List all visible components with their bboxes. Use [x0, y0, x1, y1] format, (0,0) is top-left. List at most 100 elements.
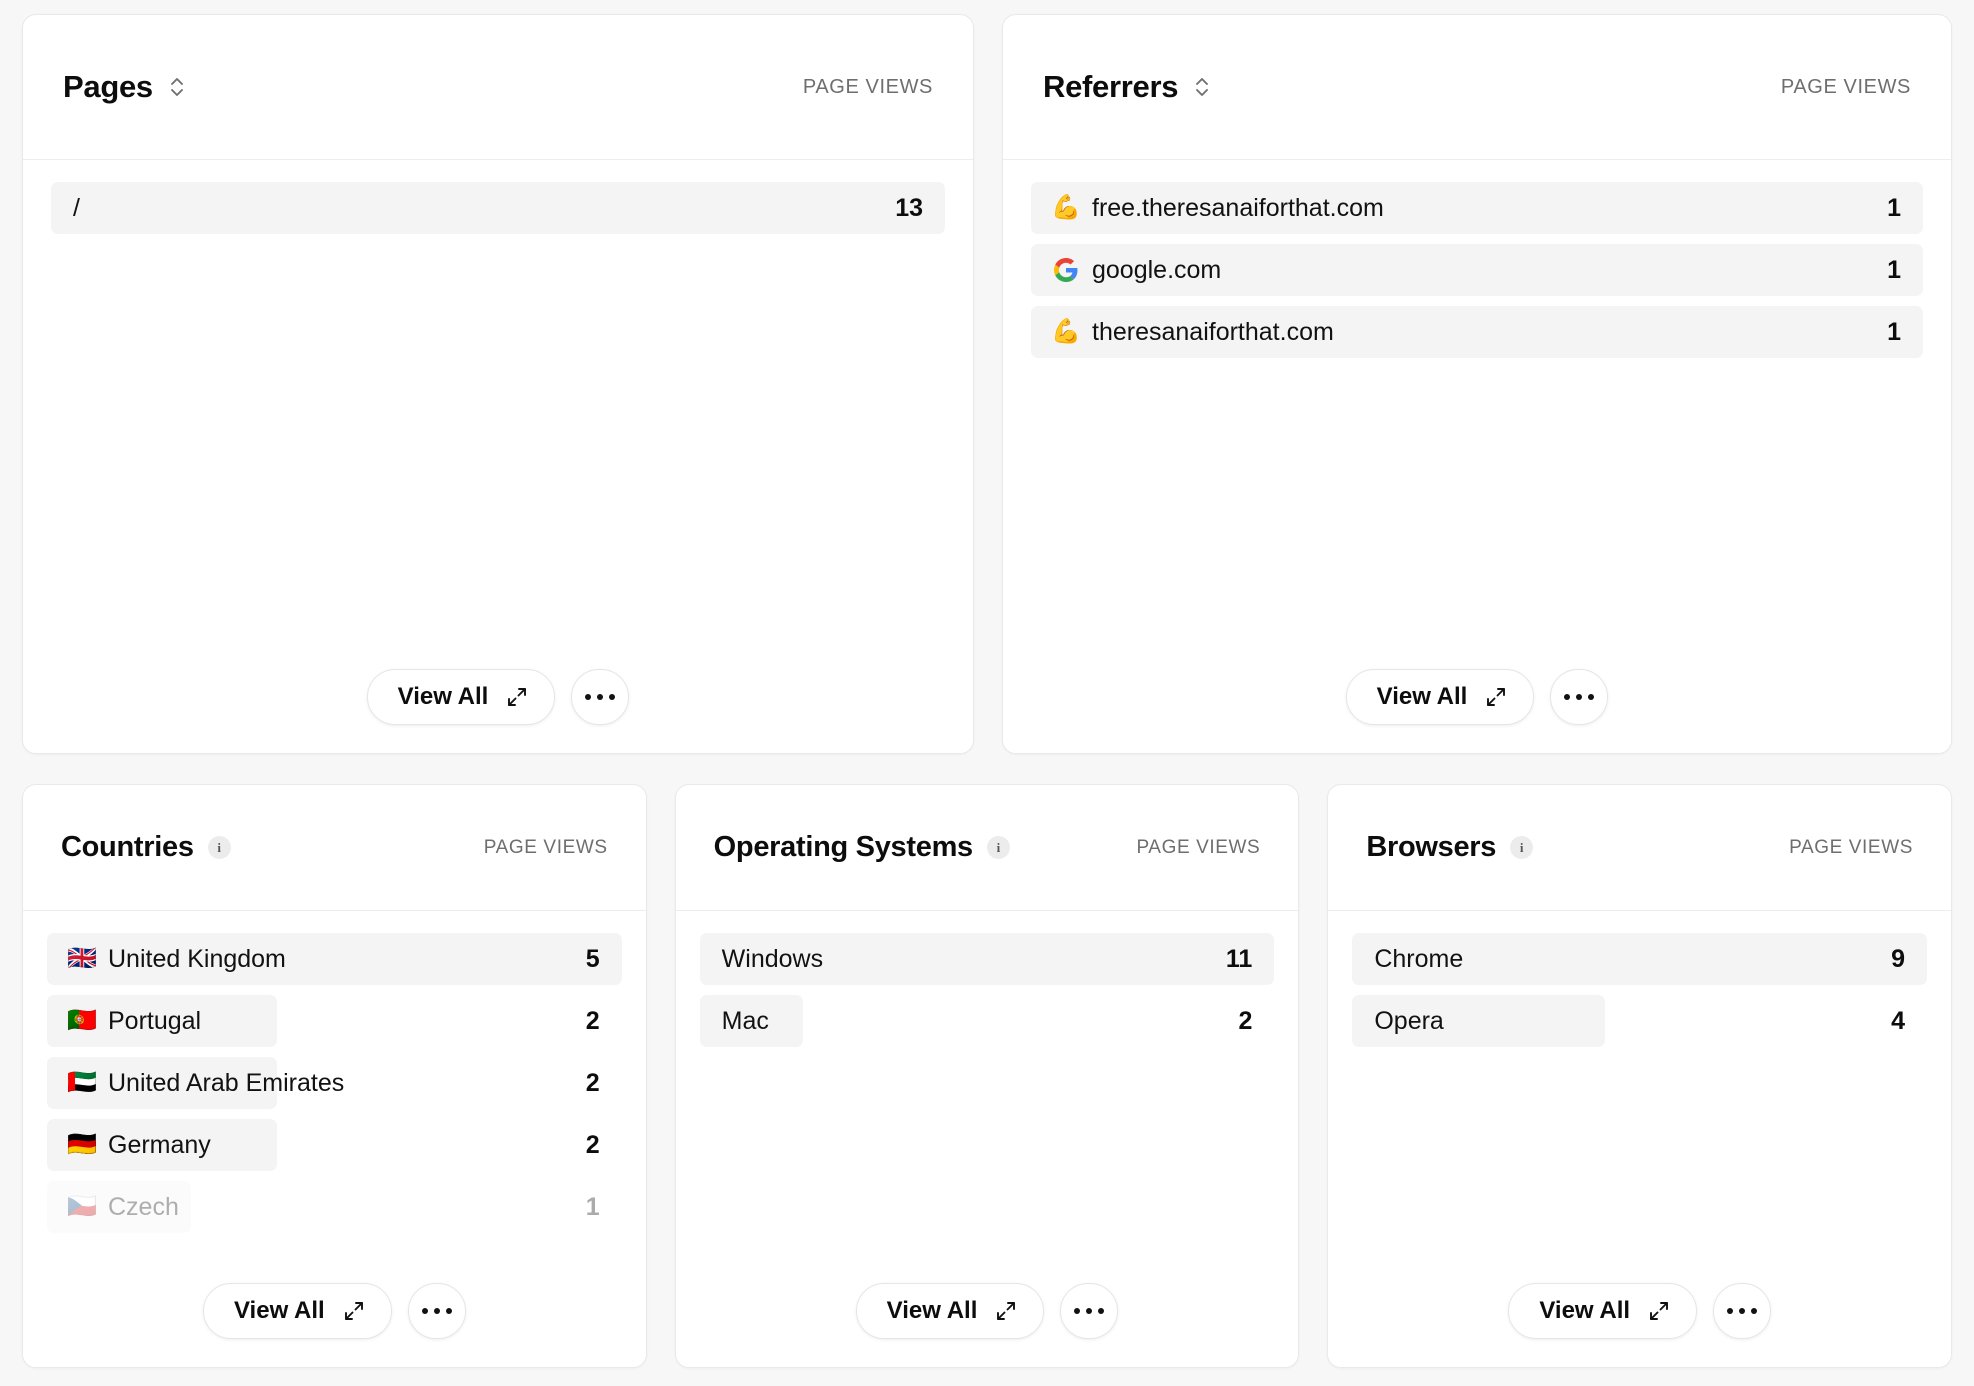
flag-pt-icon: 🇵🇹: [69, 1008, 95, 1034]
ellipsis-dot-icon: [1751, 1308, 1757, 1314]
list-item-value: 13: [895, 194, 945, 223]
card-operating-systems-title-group: Operating Systems i: [714, 831, 1010, 864]
info-icon[interactable]: i: [1510, 836, 1533, 859]
list-item-label-group: 🇨🇿 Czech: [47, 1193, 179, 1222]
ellipsis-dot-icon: [434, 1308, 440, 1314]
list-item[interactable]: Opera 4: [1352, 995, 1927, 1047]
card-operating-systems-header: Operating Systems i PAGE VIEWS: [676, 785, 1299, 911]
list-item[interactable]: Mac 2: [700, 995, 1275, 1047]
list-item[interactable]: 💪 theresanaiforthat.com 1: [1031, 306, 1923, 358]
card-pages-title: Pages: [63, 69, 153, 105]
list-item-label: Windows: [700, 945, 823, 974]
card-referrers: Referrers PAGE VIEWS 💪: [1002, 14, 1952, 754]
flag-ae-icon: 🇦🇪: [69, 1070, 95, 1096]
view-all-button[interactable]: View All: [367, 669, 556, 725]
dashboard-row-top: Pages PAGE VIEWS / 13: [22, 14, 1952, 754]
analytics-dashboard: Pages PAGE VIEWS / 13: [0, 0, 1974, 1386]
card-countries-header: Countries i PAGE VIEWS: [23, 785, 646, 911]
list-item-label: theresanaiforthat.com: [1092, 318, 1334, 347]
list-item[interactable]: 🇩🇪 Germany 2: [47, 1119, 622, 1171]
list-item-label-group: 🇵🇹 Portugal: [47, 1007, 201, 1036]
card-referrers-title-group: Referrers: [1043, 69, 1212, 105]
list-item-label-group: 💪 free.theresanaiforthat.com: [1031, 194, 1384, 223]
view-all-button[interactable]: View All: [856, 1283, 1045, 1339]
flag-de-icon: 🇩🇪: [69, 1132, 95, 1158]
list-item[interactable]: google.com 1: [1031, 244, 1923, 296]
list-item-label-group: 💪 theresanaiforthat.com: [1031, 318, 1334, 347]
list-item-label: Czech: [108, 1193, 179, 1222]
ellipsis-dot-icon: [1074, 1308, 1080, 1314]
card-browsers-metric-label: PAGE VIEWS: [1789, 837, 1913, 859]
list-item-label: /: [51, 194, 80, 223]
flag-gb-icon: 🇬🇧: [69, 946, 95, 972]
dashboard-row-bottom: Countries i PAGE VIEWS 🇬🇧 United Kingdom…: [22, 784, 1952, 1368]
list-item-label: Germany: [108, 1131, 211, 1160]
list-item[interactable]: 🇦🇪 United Arab Emirates 2: [47, 1057, 622, 1109]
list-item-value: 2: [1238, 1007, 1274, 1036]
card-countries-title: Countries: [61, 831, 194, 864]
more-options-button[interactable]: [571, 669, 629, 725]
view-all-button[interactable]: View All: [203, 1283, 392, 1339]
sort-chevron-icon[interactable]: [167, 73, 187, 101]
card-referrers-header: Referrers PAGE VIEWS: [1003, 15, 1951, 160]
list-item-value: 2: [586, 1131, 622, 1160]
ellipsis-dot-icon: [1727, 1308, 1733, 1314]
card-pages: Pages PAGE VIEWS / 13: [22, 14, 974, 754]
more-options-button[interactable]: [1713, 1283, 1771, 1339]
view-all-label: View All: [234, 1297, 325, 1325]
card-pages-metric-label: PAGE VIEWS: [803, 76, 933, 99]
view-all-button[interactable]: View All: [1346, 669, 1535, 725]
flexed-biceps-favicon: 💪: [1053, 319, 1079, 345]
list-item[interactable]: 💪 free.theresanaiforthat.com 1: [1031, 182, 1923, 234]
ellipsis-dot-icon: [446, 1308, 452, 1314]
card-referrers-body: 💪 free.theresanaiforthat.com 1: [1003, 160, 1951, 753]
card-browsers-list: Chrome 9 Opera 4: [1352, 933, 1927, 1047]
list-item-value: 9: [1891, 945, 1927, 974]
list-item[interactable]: 🇨🇿 Czech 1: [47, 1181, 622, 1233]
ellipsis-dot-icon: [1564, 694, 1570, 700]
ellipsis-dot-icon: [597, 694, 603, 700]
more-options-button[interactable]: [1550, 669, 1608, 725]
list-item-value: 1: [1887, 256, 1923, 285]
sort-chevron-icon[interactable]: [1192, 73, 1212, 101]
list-item-value: 4: [1891, 1007, 1927, 1036]
list-item-label-group: 🇩🇪 Germany: [47, 1131, 211, 1160]
more-options-button[interactable]: [1060, 1283, 1118, 1339]
view-all-label: View All: [1539, 1297, 1630, 1325]
view-all-label: View All: [1377, 683, 1468, 711]
card-operating-systems-list: Windows 11 Mac 2: [700, 933, 1275, 1047]
card-referrers-title: Referrers: [1043, 69, 1178, 105]
info-icon[interactable]: i: [987, 836, 1010, 859]
card-countries-list: 🇬🇧 United Kingdom 5 🇵🇹 Portugal 2: [47, 933, 622, 1233]
list-item-value: 2: [586, 1007, 622, 1036]
ellipsis-dot-icon: [1098, 1308, 1104, 1314]
list-item[interactable]: 🇬🇧 United Kingdom 5: [47, 933, 622, 985]
ellipsis-dot-icon: [609, 694, 615, 700]
list-item-value: 1: [586, 1193, 622, 1222]
card-operating-systems: Operating Systems i PAGE VIEWS Windows 1…: [675, 784, 1300, 1368]
more-options-button[interactable]: [408, 1283, 466, 1339]
list-item-label: Mac: [700, 1007, 769, 1036]
list-item-value: 1: [1887, 194, 1923, 223]
view-all-label: View All: [887, 1297, 978, 1325]
view-all-button[interactable]: View All: [1508, 1283, 1697, 1339]
list-item-label: United Arab Emirates: [108, 1069, 344, 1098]
card-operating-systems-metric-label: PAGE VIEWS: [1136, 837, 1260, 859]
ellipsis-dot-icon: [1086, 1308, 1092, 1314]
card-pages-title-group: Pages: [63, 69, 187, 105]
list-item[interactable]: Chrome 9: [1352, 933, 1927, 985]
card-referrers-metric-label: PAGE VIEWS: [1781, 76, 1911, 99]
expand-arrows-icon: [506, 686, 528, 708]
list-item[interactable]: 🇵🇹 Portugal 2: [47, 995, 622, 1047]
list-item[interactable]: / 13: [51, 182, 945, 234]
card-pages-body: / 13: [23, 160, 973, 753]
info-icon[interactable]: i: [208, 836, 231, 859]
list-item-label: United Kingdom: [108, 945, 286, 974]
list-item-label-group: 🇬🇧 United Kingdom: [47, 945, 286, 974]
card-referrers-list: 💪 free.theresanaiforthat.com 1: [1031, 182, 1923, 358]
view-all-label: View All: [398, 683, 489, 711]
list-item[interactable]: Windows 11: [700, 933, 1275, 985]
card-pages-list: / 13: [51, 182, 945, 234]
card-browsers-title-group: Browsers i: [1366, 831, 1533, 864]
list-item-label: free.theresanaiforthat.com: [1092, 194, 1384, 223]
